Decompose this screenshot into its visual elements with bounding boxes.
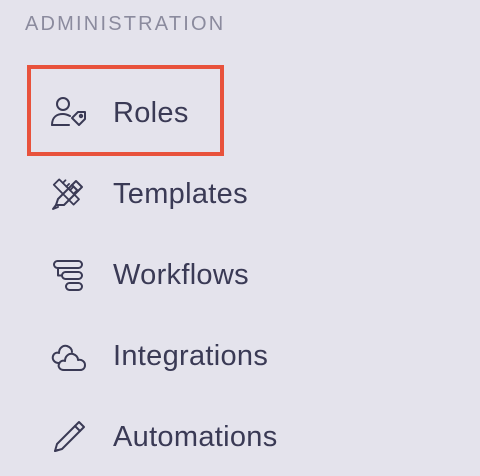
cloud-icon <box>50 336 90 376</box>
nav-label-roles: Roles <box>113 96 189 129</box>
workflow-icon <box>50 255 90 295</box>
nav-label-integrations: Integrations <box>113 339 269 372</box>
nav-label-automations: Automations <box>113 420 278 453</box>
nav-label-workflows: Workflows <box>113 258 249 291</box>
user-tag-icon <box>50 93 90 133</box>
nav-item-roles[interactable]: Roles <box>50 88 189 138</box>
nav-item-automations[interactable]: Automations <box>50 412 278 462</box>
section-heading-administration: ADMINISTRATION <box>25 13 226 35</box>
nav-item-templates[interactable]: Templates <box>50 169 248 219</box>
nav-item-integrations[interactable]: Integrations <box>50 331 268 381</box>
pen-icon <box>50 417 90 457</box>
nav-label-templates: Templates <box>113 177 248 210</box>
pencil-ruler-icon <box>50 174 90 214</box>
nav-item-workflows[interactable]: Workflows <box>50 250 249 300</box>
